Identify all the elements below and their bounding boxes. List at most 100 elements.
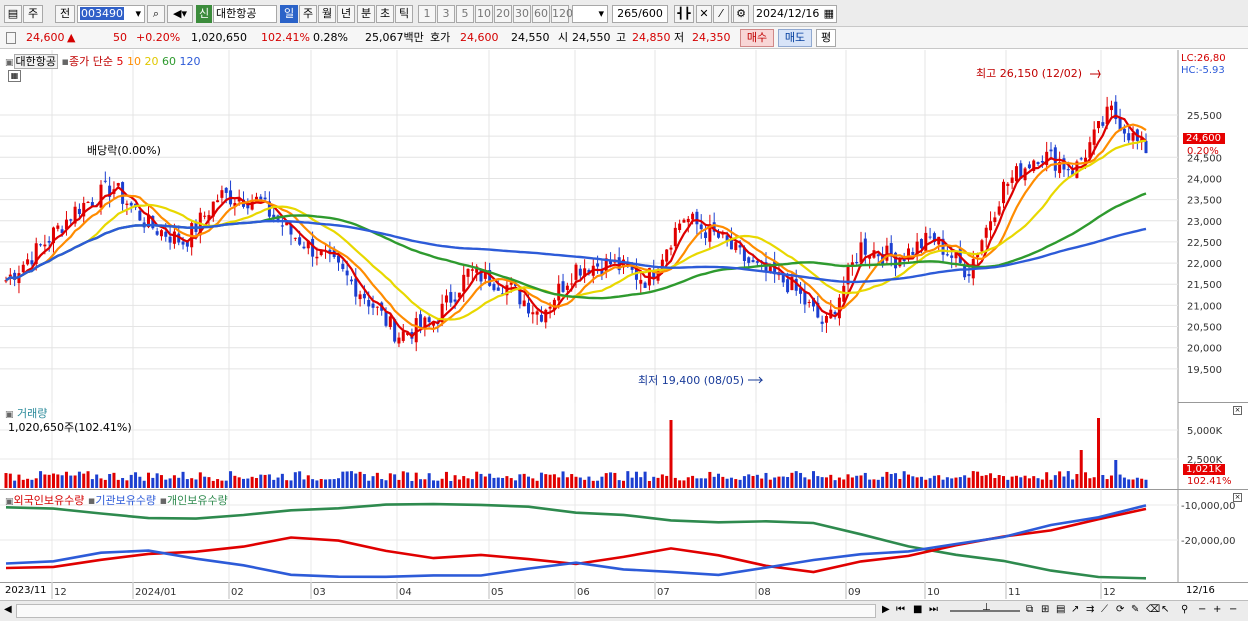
market-type-select[interactable]: 주 [23, 5, 43, 23]
zoom-handle-icon[interactable]: ⊥ [982, 602, 991, 613]
volume-bar [328, 479, 332, 488]
sell-button[interactable]: 매도 [778, 29, 812, 47]
volume-bar [889, 473, 893, 488]
gear-icon[interactable]: ⚙ [733, 5, 749, 23]
fibonacci-icon[interactable]: ⇉ [1086, 604, 1094, 615]
average-button[interactable]: 평 [816, 29, 836, 47]
cycle-icon[interactable]: ⟳ [1116, 604, 1124, 615]
candle [39, 244, 43, 246]
interval-120[interactable]: 120 [551, 5, 573, 23]
zoom-in-icon[interactable]: + [1213, 604, 1221, 615]
x-tick-label: 2024/01 [135, 587, 177, 598]
interval-30[interactable]: 30 [513, 5, 531, 23]
volume-bar [1023, 475, 1027, 488]
stop-icon[interactable]: ■ [913, 604, 922, 615]
first-page-icon[interactable]: ⏮ [896, 604, 905, 615]
interval-10[interactable]: 10 [475, 5, 493, 23]
layout-icon[interactable]: ▤ [1056, 604, 1065, 615]
close-icon[interactable]: × [1233, 406, 1242, 415]
gann-icon[interactable]: ⟋ [1101, 604, 1108, 615]
volume-bar [43, 474, 47, 488]
price-chart[interactable]: 25,50025,00024,50024,00023,50023,00022,5… [0, 50, 1248, 403]
volume-bar [134, 472, 138, 488]
prev-button[interactable]: 전 [55, 5, 75, 23]
volume-bar [1014, 475, 1018, 488]
eraser-icon[interactable]: ⌫ [1146, 604, 1160, 615]
volume-bar [958, 477, 962, 488]
volume-bar [1092, 477, 1096, 488]
period-tab-year[interactable]: 년 [337, 5, 355, 23]
text-tool-icon[interactable]: ✎ [1131, 604, 1139, 615]
search-icon[interactable]: ⌕ [147, 5, 165, 23]
stock-code-input[interactable]: 003490 ▾ [77, 5, 145, 23]
volume-bar [557, 477, 561, 488]
volume-bar [786, 477, 790, 488]
zoom-out-small-icon[interactable]: − [1229, 604, 1237, 615]
zoom-icon[interactable]: ⚲ [1181, 604, 1188, 615]
volume-chart[interactable]: 5,000K2,500K [0, 403, 1248, 490]
interval-60[interactable]: 60 [532, 5, 550, 23]
window-split-icon[interactable]: ⊞ [1041, 604, 1049, 615]
interval-20[interactable]: 20 [494, 5, 512, 23]
candle [69, 219, 73, 221]
holdings-pane[interactable]: -10,000,00 -20,000,00 ▣외국인보유수량 ▪기관보유수량 ▪개… [0, 490, 1248, 583]
candle [216, 200, 220, 203]
period-tab-day[interactable]: 일 [280, 5, 298, 23]
period-tab-tick[interactable]: 틱 [395, 5, 413, 23]
legend-ma20: 20 [144, 55, 159, 68]
cursor-icon[interactable]: ↖ [1161, 604, 1169, 615]
price-pane[interactable]: 25,50025,00024,50024,00023,50023,00022,5… [0, 50, 1248, 403]
zoom-out-icon[interactable]: − [1198, 604, 1206, 615]
volume-pane[interactable]: 5,000K 2,500K ▣ 거래량 1,020,650주(102.41%) ×… [0, 403, 1248, 490]
chart-type-icon[interactable]: ⁄ [713, 5, 729, 23]
crosshair-icon[interactable]: ✕ [696, 5, 712, 23]
dropdown-icon[interactable]: ▾ [135, 6, 141, 22]
candle [86, 201, 90, 204]
candle [172, 231, 176, 244]
legend-individual: 개인보유수량 [167, 494, 228, 507]
period-tab-week[interactable]: 주 [299, 5, 317, 23]
volume-bar [833, 480, 837, 488]
volume-bar [90, 479, 94, 488]
candle [699, 224, 703, 230]
chart-menu-icon[interactable]: ▤ [4, 5, 22, 23]
candle [1131, 132, 1135, 141]
close-icon[interactable]: × [1233, 493, 1242, 502]
interval-3[interactable]: 3 [437, 5, 455, 23]
change-arrow: ▲ [67, 31, 76, 44]
volume-bar [1066, 471, 1070, 488]
volume-bar [971, 471, 975, 488]
trend-line-icon[interactable]: ↗ [1071, 604, 1079, 615]
last-page-icon[interactable]: ⏭ [929, 604, 938, 615]
volume-bar [341, 471, 345, 488]
speaker-icon[interactable]: ◀▾ [167, 5, 193, 23]
volume-bar [561, 471, 565, 488]
window-icon[interactable]: ⧉ [1026, 604, 1033, 615]
scroll-left-icon[interactable]: ◀ [4, 604, 12, 615]
interval-5[interactable]: 5 [456, 5, 474, 23]
interval-input[interactable]: ▾ [572, 5, 608, 23]
volume-bar [604, 473, 608, 488]
volume-bar [198, 472, 202, 488]
candle-style-icon[interactable]: ┫┣ [674, 5, 694, 23]
view-count-field[interactable]: 265/600 [612, 5, 668, 23]
legend-stock-name: 대한항공 [13, 54, 58, 69]
buy-button[interactable]: 매수 [740, 29, 774, 47]
volume-bar [729, 477, 733, 488]
volume-bar [932, 475, 936, 488]
volume-bar [362, 474, 366, 488]
period-tab-second[interactable]: 초 [376, 5, 394, 23]
scroll-right-icon[interactable]: ▶ [882, 604, 890, 615]
calendar-icon[interactable]: ▦ [824, 6, 834, 22]
candle [945, 254, 949, 256]
period-tab-month[interactable]: 월 [318, 5, 336, 23]
horizontal-scrollbar[interactable] [16, 604, 876, 618]
table-icon[interactable]: ▦ [8, 70, 21, 82]
dropdown-icon[interactable]: ▾ [598, 6, 604, 22]
period-tab-minute[interactable]: 분 [357, 5, 375, 23]
interval-1[interactable]: 1 [418, 5, 436, 23]
volume-bar [868, 479, 872, 488]
volume-bar [449, 480, 453, 488]
checkbox-icon[interactable] [6, 32, 16, 44]
date-field[interactable]: 2024/12/16 ▦ [753, 5, 837, 23]
